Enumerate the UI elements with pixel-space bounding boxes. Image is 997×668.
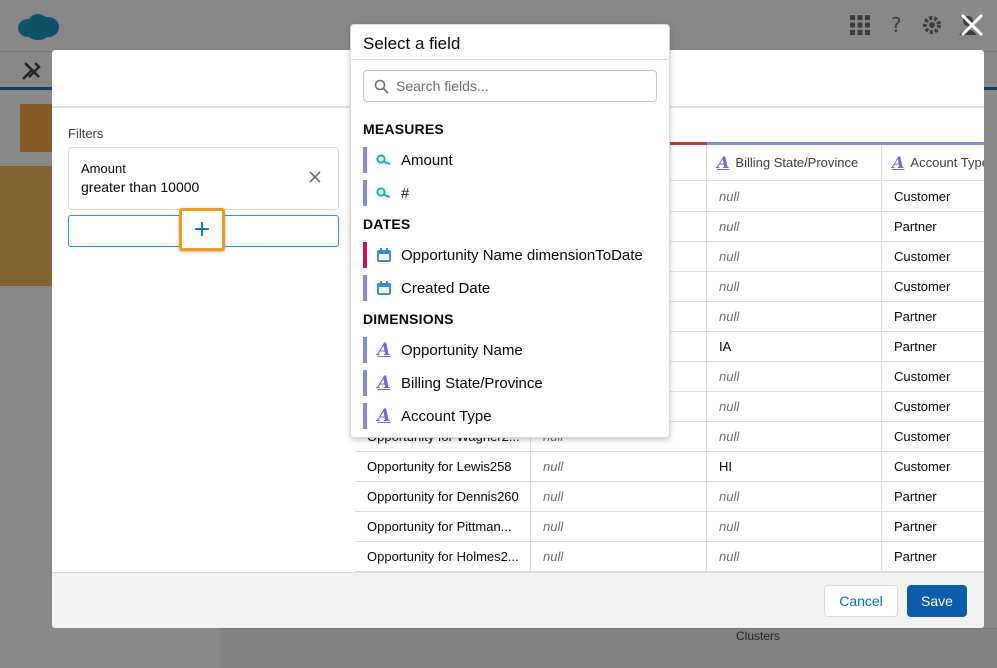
table-cell: Customer [882,422,984,452]
search-icon [374,79,389,94]
measure-icon [376,154,391,165]
table-cell: HI [707,452,882,482]
field-label: Billing State/Province [401,374,543,392]
search-box[interactable] [363,70,657,102]
popover-title: Select a field [363,34,461,53]
table-cell: null [707,302,882,332]
table-cell: IA [707,332,882,362]
field-item-count[interactable]: # [363,180,657,206]
table-cell: null [707,272,882,302]
table-cell: null [707,422,882,452]
measure-icon [376,187,391,198]
table-cell: null [531,542,707,572]
search-input[interactable] [396,75,646,97]
dimension-icon: A [377,339,391,360]
add-filter-button[interactable]: + [179,208,225,251]
table-cell: Partner [882,482,984,512]
column-header[interactable]: A Billing State/Province [707,145,882,181]
section-dimensions: DIMENSIONS [363,311,454,327]
table-cell: null [707,512,882,542]
popover-pointer [339,224,347,240]
table-cell: Opportunity for Holmes2... [355,542,531,572]
table-cell: Opportunity for Lewis258 [355,452,531,482]
table-cell: Partner [882,212,984,242]
table-cell: Opportunity for Dennis260 [355,482,531,512]
table-cell: null [707,242,882,272]
table-cell: null [707,482,882,512]
save-button[interactable]: Save [907,585,967,617]
field-label: Created Date [401,279,491,297]
table-cell: Partner [882,542,984,572]
filter-item[interactable]: Amount greater than 10000 [68,147,339,210]
field-item-billing-state[interactable]: A Billing State/Province [363,370,657,396]
table-cell: null [707,212,882,242]
close-icon[interactable] [955,8,989,42]
plus-icon: + [192,216,212,242]
table-cell: null [707,362,882,392]
dimension-icon: A [377,405,391,426]
table-cell: null [531,452,707,482]
table-cell: null [531,482,707,512]
table-cell: Customer [882,392,984,422]
field-label: # [401,184,410,202]
field-item-account-type[interactable]: A Account Type [363,403,657,429]
field-item-created-date[interactable]: Created Date [363,275,657,301]
cancel-button[interactable]: Cancel [824,585,898,617]
field-label: Opportunity Name dimensionToDate [401,246,643,264]
filter-condition: greater than 10000 [81,179,200,195]
calendar-icon [377,248,391,262]
field-label: Amount [401,151,453,169]
calendar-icon [377,281,391,295]
table-cell: Customer [882,242,984,272]
table-cell: Customer [882,362,984,392]
dimension-icon: A [377,372,391,393]
table-cell: Opportunity for Pittman... [355,512,531,542]
section-measures: MEASURES [363,121,444,137]
dimension-icon: A [892,153,905,172]
table-cell: Partner [882,332,984,362]
table-cell: Customer [882,452,984,482]
table-cell: Partner [882,302,984,332]
modal-footer: Cancel Save [52,572,984,628]
filters-label: Filters [68,126,104,141]
field-item-amount[interactable]: Amount [363,147,657,173]
field-item-opportunity-name[interactable]: A Opportunity Name [363,337,657,363]
section-dates: DATES [363,216,411,232]
table-cell: Customer [882,182,984,212]
table-cell: null [531,512,707,542]
table-cell: null [707,392,882,422]
table-cell: Partner [882,512,984,542]
table-cell: null [707,542,882,572]
column-header[interactable]: A Account Type [882,145,984,181]
table-cell: null [707,182,882,212]
close-icon[interactable] [308,170,322,184]
column-header-label: Account Type [910,155,984,170]
field-item-opportunity-name-date[interactable]: Opportunity Name dimensionToDate [363,242,657,268]
table-cell: Customer [882,272,984,302]
filter-field-name: Amount [81,161,126,176]
column-header-label: Billing State/Province [735,155,859,170]
field-label: Opportunity Name [401,341,523,359]
dimension-icon: A [717,153,730,172]
field-label: Account Type [401,407,492,425]
select-field-popover: Select a field MEASURES Amount # DATES O… [350,24,670,438]
